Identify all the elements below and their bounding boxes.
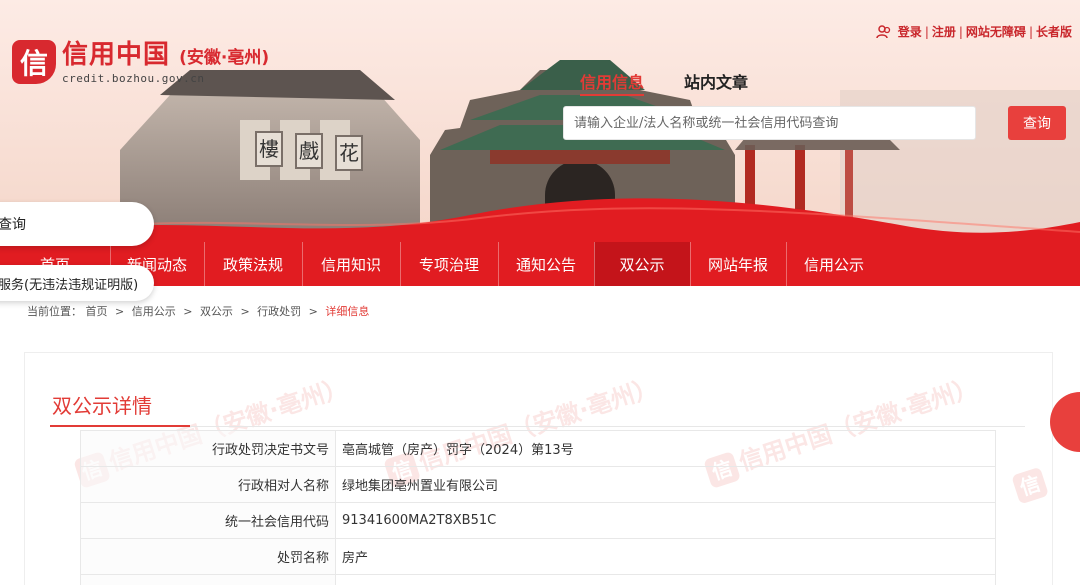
tab-site-articles[interactable]: 站内文章 [684,69,748,93]
breadcrumb-home[interactable]: 首页 [86,305,108,318]
logo-domain: credit.bozhou.gov.cn [62,72,205,85]
logo-text: 信用中国 (安徽·亳州) credit.bozhou.gov.cn [62,40,269,85]
breadcrumb-arrow-icon: > [115,305,125,318]
floating-service-label: 服务(无违法违规证明版) [0,277,139,293]
nav-item-credit-knowledge[interactable]: 信用知识 [302,242,400,286]
logo-title: 信用中国 [62,40,171,70]
table-row [80,574,996,585]
row-value: 房产 [335,538,996,575]
breadcrumb-arrow-icon: > [240,305,250,318]
nav-item-notices[interactable]: 通知公告 [498,242,594,286]
row-label [80,574,336,585]
row-value: 91341600MA2T8XB51C [335,502,996,539]
breadcrumb-credit-publicity[interactable]: 信用公示 [132,305,176,318]
banner-sign-1: 花 [335,135,363,171]
section-title: 双公示详情 [52,394,152,418]
separator: | [1028,24,1033,39]
breadcrumb-arrow-icon: > [308,305,318,318]
table-row: 行政相对人名称 绿地集团亳州置业有限公司 [80,466,996,503]
user-icon [876,24,890,38]
row-value: 亳高城管（房产）罚字（2024）第13号 [335,430,996,467]
table-row: 统一社会信用代码 91341600MA2T8XB51C [80,502,996,539]
breadcrumb-double-publicity[interactable]: 双公示 [200,305,233,318]
nav-item-special-governance[interactable]: 专项治理 [400,242,498,286]
breadcrumb-admin-penalty[interactable]: 行政处罚 [257,305,301,318]
banner-sign-3: 樓 [255,131,283,167]
nav-item-double-publicity[interactable]: 双公示 [594,242,690,286]
search-tabs: 信用信息 站内文章 [580,69,748,96]
tab-credit-info[interactable]: 信用信息 [580,69,645,96]
main-nav: 首页 新闻动态 政策法规 信用知识 专项治理 通知公告 双公示 网站年报 信用公… [0,242,1080,286]
row-label: 统一社会信用代码 [80,502,336,539]
accessibility-link[interactable]: 网站无障碍 [966,23,1026,40]
top-links: 登录 | 注册 | 网站无障碍 | 长者版 [876,23,1072,40]
floating-query-pill[interactable]: 查询 [0,202,154,246]
row-label: 处罚名称 [80,538,336,575]
table-row: 处罚名称 房产 [80,538,996,575]
search-input[interactable] [563,106,976,140]
breadcrumb-prefix: 当前位置： [27,305,82,318]
floating-query-label: 查询 [0,217,26,233]
search-button[interactable]: 查询 [1008,106,1066,140]
row-value: 绿地集团亳州置业有限公司 [335,466,996,503]
section-divider [50,426,1025,427]
elder-mode-link[interactable]: 长者版 [1036,23,1072,40]
floating-service-pill[interactable]: 服务(无违法违规证明版) [0,265,154,301]
row-label: 行政相对人名称 [80,466,336,503]
section-divider-accent [50,425,190,427]
logo-mark-icon: 信 [12,40,56,84]
row-label: 行政处罚决定书文号 [80,430,336,467]
row-value [335,574,996,585]
detail-table: 行政处罚决定书文号 亳高城管（房产）罚字（2024）第13号 行政相对人名称 绿… [80,430,996,585]
separator: | [924,24,929,39]
logo-region: (安徽·亳州) [179,48,270,68]
login-link[interactable]: 登录 [898,23,922,40]
breadcrumb: 当前位置： 首页 > 信用公示 > 双公示 > 行政处罚 > 详细信息 [27,303,369,319]
side-float-button[interactable] [1050,392,1080,452]
separator: | [958,24,963,39]
register-link[interactable]: 注册 [932,23,956,40]
table-row: 行政处罚决定书文号 亳高城管（房产）罚字（2024）第13号 [80,430,996,467]
banner-sign-2: 戲 [295,133,323,169]
breadcrumb-current: 详细信息 [325,305,370,318]
nav-item-credit-publicity[interactable]: 信用公示 [786,242,882,286]
nav-item-policy[interactable]: 政策法规 [204,242,302,286]
breadcrumb-arrow-icon: > [183,305,193,318]
site-logo[interactable]: 信 信用中国 (安徽·亳州) credit.bozhou.gov.cn [12,40,269,85]
nav-item-annual-report[interactable]: 网站年报 [690,242,786,286]
